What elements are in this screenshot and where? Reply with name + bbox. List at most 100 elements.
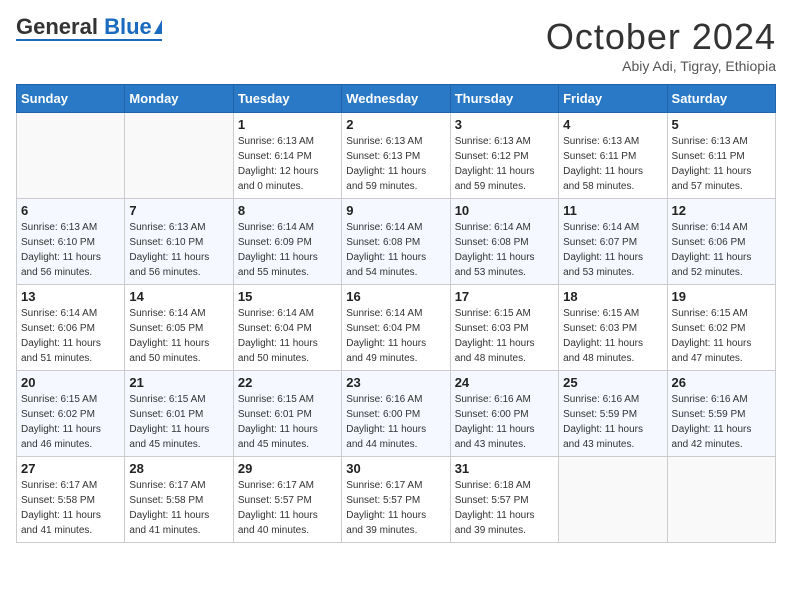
col-tuesday: Tuesday — [233, 85, 341, 113]
col-wednesday: Wednesday — [342, 85, 450, 113]
table-row: 31 Sunrise: 6:18 AM Sunset: 5:57 PM Dayli… — [450, 457, 558, 543]
day-number: 23 — [346, 375, 445, 390]
day-info: Sunrise: 6:15 AM Sunset: 6:02 PM Dayligh… — [672, 306, 771, 366]
day-number: 17 — [455, 289, 554, 304]
day-info: Sunrise: 6:14 AM Sunset: 6:09 PM Dayligh… — [238, 220, 337, 280]
month-title: October 2024 — [546, 16, 776, 58]
day-info: Sunrise: 6:14 AM Sunset: 6:06 PM Dayligh… — [672, 220, 771, 280]
day-info: Sunrise: 6:15 AM Sunset: 6:03 PM Dayligh… — [455, 306, 554, 366]
day-info: Sunrise: 6:14 AM Sunset: 6:07 PM Dayligh… — [563, 220, 662, 280]
col-thursday: Thursday — [450, 85, 558, 113]
calendar-week-row: 6 Sunrise: 6:13 AM Sunset: 6:10 PM Daylig… — [17, 199, 776, 285]
logo-triangle-icon — [154, 20, 162, 34]
day-number: 13 — [21, 289, 120, 304]
table-row: 13Sunrise: 6:14 AM Sunset: 6:06 PM Dayli… — [17, 285, 125, 371]
calendar-week-row: 20 Sunrise: 6:15 AM Sunset: 6:02 PM Dayli… — [17, 371, 776, 457]
day-info: Sunrise: 6:18 AM Sunset: 5:57 PM Dayligh… — [455, 478, 554, 538]
day-number: 19 — [672, 289, 771, 304]
day-info: Sunrise: 6:17 AM Sunset: 5:57 PM Dayligh… — [238, 478, 337, 538]
table-row: 18Sunrise: 6:15 AM Sunset: 6:03 PM Dayli… — [559, 285, 667, 371]
day-number: 25 — [563, 375, 662, 390]
day-info: Sunrise: 6:13 AM Sunset: 6:13 PM Dayligh… — [346, 134, 445, 194]
logo-underline — [16, 39, 162, 41]
day-number: 24 — [455, 375, 554, 390]
day-number: 27 — [21, 461, 120, 476]
page-header: General Blue October 2024 Abiy Adi, Tigr… — [16, 16, 776, 74]
col-saturday: Saturday — [667, 85, 775, 113]
day-info: Sunrise: 6:15 AM Sunset: 6:02 PM Dayligh… — [21, 392, 120, 452]
day-number: 6 — [21, 203, 120, 218]
table-row: 28 Sunrise: 6:17 AM Sunset: 5:58 PM Dayli… — [125, 457, 233, 543]
day-number: 8 — [238, 203, 337, 218]
day-info: Sunrise: 6:15 AM Sunset: 6:03 PM Dayligh… — [563, 306, 662, 366]
table-row: 4 Sunrise: 6:13 AM Sunset: 6:11 PM Daylig… — [559, 113, 667, 199]
day-info: Sunrise: 6:17 AM Sunset: 5:58 PM Dayligh… — [21, 478, 120, 538]
day-number: 31 — [455, 461, 554, 476]
table-row: 15 Sunrise: 6:14 AM Sunset: 6:04 PM Dayli… — [233, 285, 341, 371]
table-row — [667, 457, 775, 543]
location-subtitle: Abiy Adi, Tigray, Ethiopia — [546, 58, 776, 74]
table-row — [17, 113, 125, 199]
day-info: Sunrise: 6:16 AM Sunset: 6:00 PM Dayligh… — [455, 392, 554, 452]
day-number: 16 — [346, 289, 445, 304]
day-number: 28 — [129, 461, 228, 476]
logo: General Blue — [16, 16, 162, 41]
table-row: 8 Sunrise: 6:14 AM Sunset: 6:09 PM Daylig… — [233, 199, 341, 285]
table-row: 22Sunrise: 6:15 AM Sunset: 6:01 PM Dayli… — [233, 371, 341, 457]
table-row: 19 Sunrise: 6:15 AM Sunset: 6:02 PM Dayli… — [667, 285, 775, 371]
table-row: 25 Sunrise: 6:16 AM Sunset: 5:59 PM Dayli… — [559, 371, 667, 457]
day-number: 5 — [672, 117, 771, 132]
day-info: Sunrise: 6:14 AM Sunset: 6:04 PM Dayligh… — [346, 306, 445, 366]
day-info: Sunrise: 6:17 AM Sunset: 5:57 PM Dayligh… — [346, 478, 445, 538]
table-row: 3Sunrise: 6:13 AM Sunset: 6:12 PM Daylig… — [450, 113, 558, 199]
col-monday: Monday — [125, 85, 233, 113]
day-info: Sunrise: 6:13 AM Sunset: 6:10 PM Dayligh… — [129, 220, 228, 280]
table-row: 20 Sunrise: 6:15 AM Sunset: 6:02 PM Dayli… — [17, 371, 125, 457]
title-section: October 2024 Abiy Adi, Tigray, Ethiopia — [546, 16, 776, 74]
day-info: Sunrise: 6:16 AM Sunset: 6:00 PM Dayligh… — [346, 392, 445, 452]
calendar-week-row: 13Sunrise: 6:14 AM Sunset: 6:06 PM Dayli… — [17, 285, 776, 371]
table-row — [125, 113, 233, 199]
day-info: Sunrise: 6:14 AM Sunset: 6:04 PM Dayligh… — [238, 306, 337, 366]
day-number: 30 — [346, 461, 445, 476]
day-info: Sunrise: 6:17 AM Sunset: 5:58 PM Dayligh… — [129, 478, 228, 538]
day-number: 9 — [346, 203, 445, 218]
table-row: 5 Sunrise: 6:13 AM Sunset: 6:11 PM Daylig… — [667, 113, 775, 199]
calendar-week-row: 1 Sunrise: 6:13 AM Sunset: 6:14 PM Daylig… — [17, 113, 776, 199]
col-sunday: Sunday — [17, 85, 125, 113]
day-info: Sunrise: 6:13 AM Sunset: 6:11 PM Dayligh… — [563, 134, 662, 194]
calendar-header-row: Sunday Monday Tuesday Wednesday Thursday… — [17, 85, 776, 113]
day-info: Sunrise: 6:14 AM Sunset: 6:08 PM Dayligh… — [346, 220, 445, 280]
table-row: 16 Sunrise: 6:14 AM Sunset: 6:04 PM Dayli… — [342, 285, 450, 371]
table-row: 7 Sunrise: 6:13 AM Sunset: 6:10 PM Daylig… — [125, 199, 233, 285]
calendar-week-row: 27 Sunrise: 6:17 AM Sunset: 5:58 PM Dayli… — [17, 457, 776, 543]
table-row: 27 Sunrise: 6:17 AM Sunset: 5:58 PM Dayli… — [17, 457, 125, 543]
day-number: 26 — [672, 375, 771, 390]
day-number: 15 — [238, 289, 337, 304]
table-row — [559, 457, 667, 543]
table-row: 6Sunrise: 6:13 AM Sunset: 6:10 PM Daylig… — [17, 199, 125, 285]
col-friday: Friday — [559, 85, 667, 113]
table-row: 12 Sunrise: 6:14 AM Sunset: 6:06 PM Dayli… — [667, 199, 775, 285]
day-number: 1 — [238, 117, 337, 132]
table-row: 24 Sunrise: 6:16 AM Sunset: 6:00 PM Dayli… — [450, 371, 558, 457]
day-info: Sunrise: 6:13 AM Sunset: 6:11 PM Dayligh… — [672, 134, 771, 194]
table-row: 21Sunrise: 6:15 AM Sunset: 6:01 PM Dayli… — [125, 371, 233, 457]
day-number: 7 — [129, 203, 228, 218]
day-number: 2 — [346, 117, 445, 132]
day-number: 3 — [455, 117, 554, 132]
table-row: 29 Sunrise: 6:17 AM Sunset: 5:57 PM Dayli… — [233, 457, 341, 543]
day-info: Sunrise: 6:15 AM Sunset: 6:01 PM Dayligh… — [238, 392, 337, 452]
day-info: Sunrise: 6:13 AM Sunset: 6:14 PM Dayligh… — [238, 134, 337, 194]
table-row: 10Sunrise: 6:14 AM Sunset: 6:08 PM Dayli… — [450, 199, 558, 285]
day-info: Sunrise: 6:16 AM Sunset: 5:59 PM Dayligh… — [563, 392, 662, 452]
day-number: 12 — [672, 203, 771, 218]
day-number: 29 — [238, 461, 337, 476]
table-row: 30 Sunrise: 6:17 AM Sunset: 5:57 PM Dayli… — [342, 457, 450, 543]
day-number: 20 — [21, 375, 120, 390]
table-row: 17 Sunrise: 6:15 AM Sunset: 6:03 PM Dayli… — [450, 285, 558, 371]
day-number: 14 — [129, 289, 228, 304]
table-row: 2 Sunrise: 6:13 AM Sunset: 6:13 PM Daylig… — [342, 113, 450, 199]
day-number: 4 — [563, 117, 662, 132]
day-info: Sunrise: 6:16 AM Sunset: 5:59 PM Dayligh… — [672, 392, 771, 452]
